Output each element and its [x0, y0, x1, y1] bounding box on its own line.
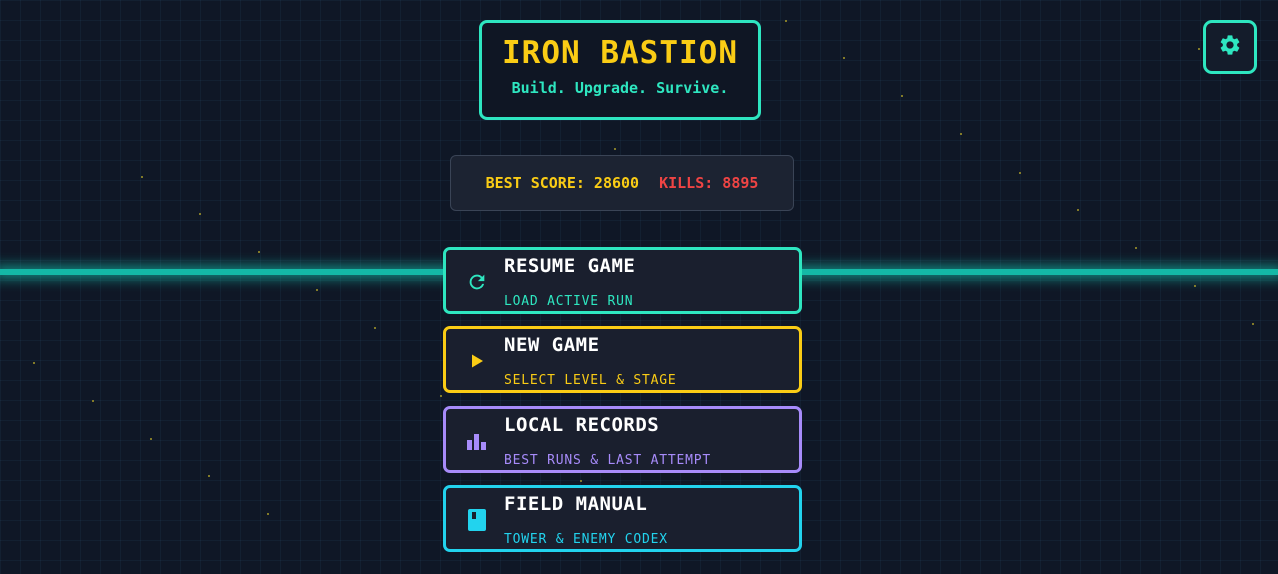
- star: [374, 327, 376, 329]
- new-game-button[interactable]: NEW GAME SELECT LEVEL & STAGE: [443, 326, 802, 393]
- bar-chart-icon: [466, 430, 488, 452]
- star: [1194, 285, 1196, 287]
- star: [258, 251, 260, 253]
- star: [33, 362, 35, 364]
- menu-item-description: SELECT LEVEL & STAGE: [504, 373, 677, 388]
- star: [141, 176, 143, 178]
- title-panel: IRON BASTION Build. Upgrade. Survive.: [479, 20, 761, 120]
- star: [580, 480, 582, 482]
- menu-item-description: LOAD ACTIVE RUN: [504, 294, 634, 309]
- menu-item-label: RESUME GAME: [504, 255, 636, 277]
- star: [267, 513, 269, 515]
- menu-item-label: NEW GAME: [504, 334, 600, 356]
- menu-item-description: BEST RUNS & LAST ATTEMPT: [504, 453, 712, 468]
- field-manual-button[interactable]: FIELD MANUAL TOWER & ENEMY CODEX: [443, 485, 802, 552]
- star: [1198, 48, 1200, 50]
- kill-count: KILLS: 8895: [659, 174, 759, 192]
- menu-item-label: FIELD MANUAL: [504, 493, 648, 515]
- star: [614, 148, 616, 150]
- star: [1019, 172, 1021, 174]
- star: [785, 20, 787, 22]
- settings-button[interactable]: [1203, 20, 1257, 74]
- book-icon: [466, 509, 488, 531]
- game-tagline: Build. Upgrade. Survive.: [511, 79, 729, 97]
- star: [316, 289, 318, 291]
- star: [1252, 323, 1254, 325]
- star: [843, 57, 845, 59]
- game-title: IRON BASTION: [502, 35, 738, 71]
- refresh-icon: [466, 271, 488, 293]
- star: [960, 133, 962, 135]
- resume-game-button[interactable]: RESUME GAME LOAD ACTIVE RUN: [443, 247, 802, 314]
- best-score: BEST SCORE: 28600: [485, 174, 640, 192]
- local-records-button[interactable]: LOCAL RECORDS BEST RUNS & LAST ATTEMPT: [443, 406, 802, 473]
- star: [1077, 209, 1079, 211]
- star: [199, 213, 201, 215]
- star: [92, 400, 94, 402]
- star: [150, 438, 152, 440]
- star: [208, 475, 210, 477]
- menu-item-label: LOCAL RECORDS: [504, 414, 660, 436]
- play-icon: [466, 350, 488, 372]
- gear-icon: [1218, 33, 1242, 61]
- star: [1135, 247, 1137, 249]
- star: [901, 95, 903, 97]
- stats-panel: BEST SCORE: 28600 KILLS: 8895: [450, 155, 794, 211]
- star: [440, 395, 442, 397]
- menu-item-description: TOWER & ENEMY CODEX: [504, 532, 668, 547]
